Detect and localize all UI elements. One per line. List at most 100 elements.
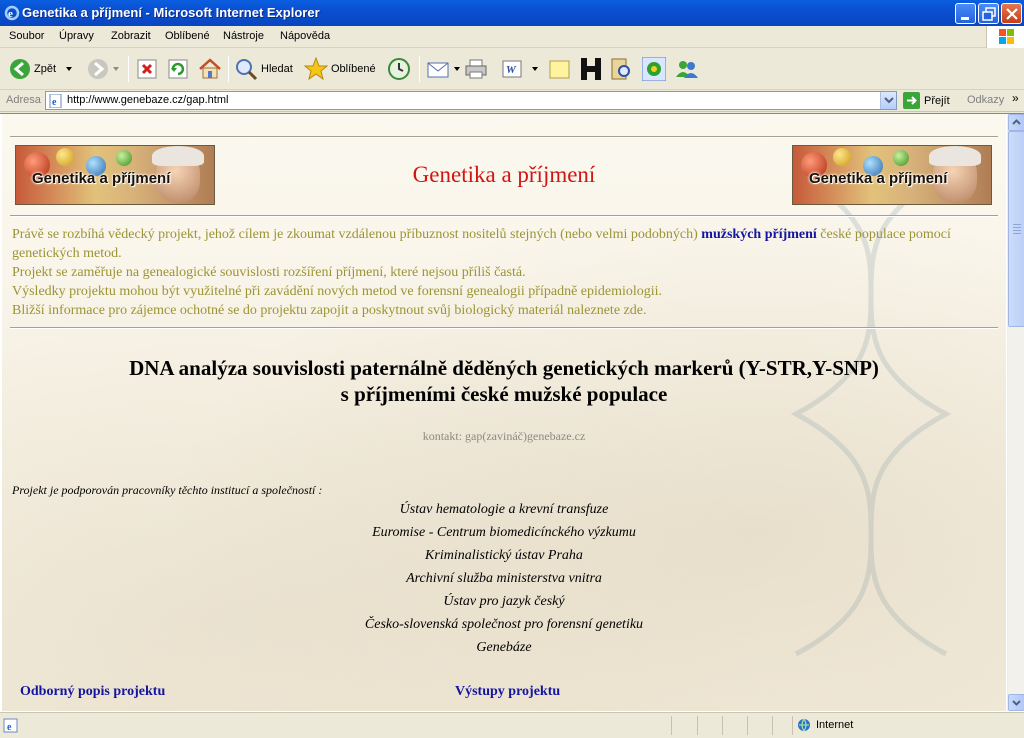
chevron-down-icon [1012, 700, 1021, 706]
institution-item: Česko-slovenská společnost pro forensní … [364, 617, 644, 632]
male-surnames-link[interactable]: mužských příjmení [701, 227, 817, 242]
intro-paragraph-4[interactable]: Bližší informace pro zájemce ochotné se … [12, 301, 998, 320]
scroll-down-button[interactable] [1008, 694, 1024, 711]
messenger-button[interactable] [674, 54, 700, 84]
institution-item: Ústav pro jazyk český [443, 594, 565, 609]
address-url: http://www.genebaze.cz/gap.html [67, 94, 229, 106]
mail-icon [427, 62, 449, 78]
project-heading-line-1: DNA analýza souvislosti paternálně děděn… [129, 356, 879, 380]
links-button[interactable]: Odkazy [967, 94, 1004, 106]
print-icon [465, 59, 487, 79]
vertical-scrollbar[interactable] [1007, 114, 1024, 711]
banner-image-left[interactable]: Genetika a příjmení [15, 145, 215, 205]
edit-button[interactable]: W [500, 54, 538, 84]
stop-icon [137, 59, 157, 79]
research-icon [611, 58, 630, 80]
zone-label: Internet [816, 719, 854, 731]
note-icon [549, 60, 570, 79]
history-icon [388, 58, 410, 80]
history-button[interactable] [387, 54, 411, 84]
go-button[interactable]: Přejít [903, 92, 950, 109]
search-icon [236, 59, 258, 81]
window-title: Genetika a příjmení - Microsoft Internet… [22, 5, 320, 20]
windows-flag-icon [999, 29, 1014, 44]
refresh-icon [168, 59, 188, 79]
menu-soubor[interactable]: Soubor [9, 30, 44, 42]
menu-oblibene[interactable]: Oblíbené [165, 30, 210, 42]
forward-button[interactable] [87, 54, 119, 84]
word-edit-icon: W [502, 60, 522, 78]
menu-nastroje[interactable]: Nástroje [223, 30, 264, 42]
icq-button[interactable] [642, 54, 666, 84]
institution-item: Ústav hematologie a krevní transfuze [399, 502, 609, 517]
contact-text: kontakt: gap(zavináč)genebaze.cz [422, 429, 586, 443]
edit-dropdown-icon[interactable] [532, 67, 538, 71]
menu-upravy[interactable]: Úpravy [59, 30, 94, 42]
menu-zobrazit[interactable]: Zobrazit [111, 30, 151, 42]
address-dropdown-button[interactable] [880, 92, 896, 109]
mail-button[interactable] [426, 54, 460, 84]
print-button[interactable] [464, 54, 488, 84]
divider-bottom [10, 327, 998, 329]
project-description-link[interactable]: Odborný popis projektu [20, 684, 165, 700]
h-button[interactable] [579, 54, 603, 84]
title-bar[interactable]: e Genetika a příjmení - Microsoft Intern… [0, 0, 1024, 26]
back-button[interactable]: Zpět [9, 54, 73, 84]
chevron-more-icon[interactable]: » [1012, 91, 1019, 105]
go-arrow-icon [903, 92, 920, 109]
intro-paragraph-3: Výsledky projektu mohou být využitelné p… [12, 284, 663, 299]
institution-item: Kriminalistický ústav Praha [425, 548, 583, 563]
menu-napoveda[interactable]: Nápověda [280, 30, 330, 42]
search-button[interactable]: Hledat [234, 54, 293, 84]
institution-item: Euromise - Centrum biomedicínckého výzku… [372, 525, 636, 540]
minimize-icon [961, 17, 969, 20]
menu-bar: Soubor Úpravy Zobrazit Oblíbené Nástroje… [0, 26, 1024, 48]
page-status-icon: e [3, 718, 18, 733]
intro-paragraph-2: Projekt se zaměřuje na genealogické souv… [12, 265, 526, 280]
banner-text-right: Genetika a příjmení [809, 170, 948, 187]
ie-icon: e [4, 5, 20, 21]
close-button[interactable] [1001, 3, 1022, 24]
go-label: Přejít [924, 94, 950, 107]
stop-button[interactable] [136, 54, 158, 84]
address-label: Adresa [6, 94, 41, 106]
svg-text:e: e [8, 8, 13, 20]
back-dropdown-icon[interactable] [66, 67, 73, 71]
project-outputs-link[interactable]: Výstupy projektu [455, 684, 560, 700]
support-label: Projekt je podporován pracovníky těchto … [12, 483, 323, 497]
h-logo-icon [581, 58, 601, 80]
forward-dropdown-icon[interactable] [113, 67, 119, 71]
banner-text-left: Genetika a příjmení [32, 170, 171, 187]
svg-text:W: W [506, 64, 517, 76]
discuss-button[interactable] [548, 54, 572, 84]
home-button[interactable] [198, 54, 222, 84]
forward-arrow-icon [88, 59, 108, 79]
browser-viewport: Genetika a příjmení Genetika a příjmení … [0, 113, 1024, 712]
home-icon [199, 58, 221, 79]
minimize-button[interactable] [955, 3, 976, 24]
search-label: Hledat [261, 63, 293, 75]
research-button[interactable] [609, 54, 633, 84]
banner-image-right[interactable]: Genetika a příjmení [792, 145, 992, 205]
mail-dropdown-icon[interactable] [454, 67, 460, 71]
windows-flag-logo [986, 26, 1024, 48]
address-input[interactable]: e http://www.genebaze.cz/gap.html [45, 91, 897, 110]
security-zone: Internet [797, 718, 853, 732]
page-title: Genetika a příjmení [412, 162, 596, 187]
restore-button[interactable] [978, 3, 999, 24]
chevron-up-icon [1012, 119, 1021, 125]
project-heading: DNA analýza souvislosti paternálně děděn… [10, 355, 998, 407]
chevron-down-icon [884, 97, 894, 104]
page-icon: e [49, 94, 62, 108]
favorites-label: Oblíbené [331, 63, 376, 75]
globe-icon [798, 718, 810, 732]
messenger-people-icon [676, 61, 698, 78]
divider-top [10, 136, 998, 138]
favorites-star-icon [304, 57, 328, 81]
favorites-button[interactable]: Oblíbené [304, 54, 376, 84]
project-heading-line-2: s příjmeními české mužské populace [340, 382, 668, 406]
scroll-thumb[interactable] [1008, 131, 1024, 327]
scroll-up-button[interactable] [1008, 114, 1024, 131]
svg-text:e: e [52, 97, 57, 108]
refresh-button[interactable] [167, 54, 189, 84]
